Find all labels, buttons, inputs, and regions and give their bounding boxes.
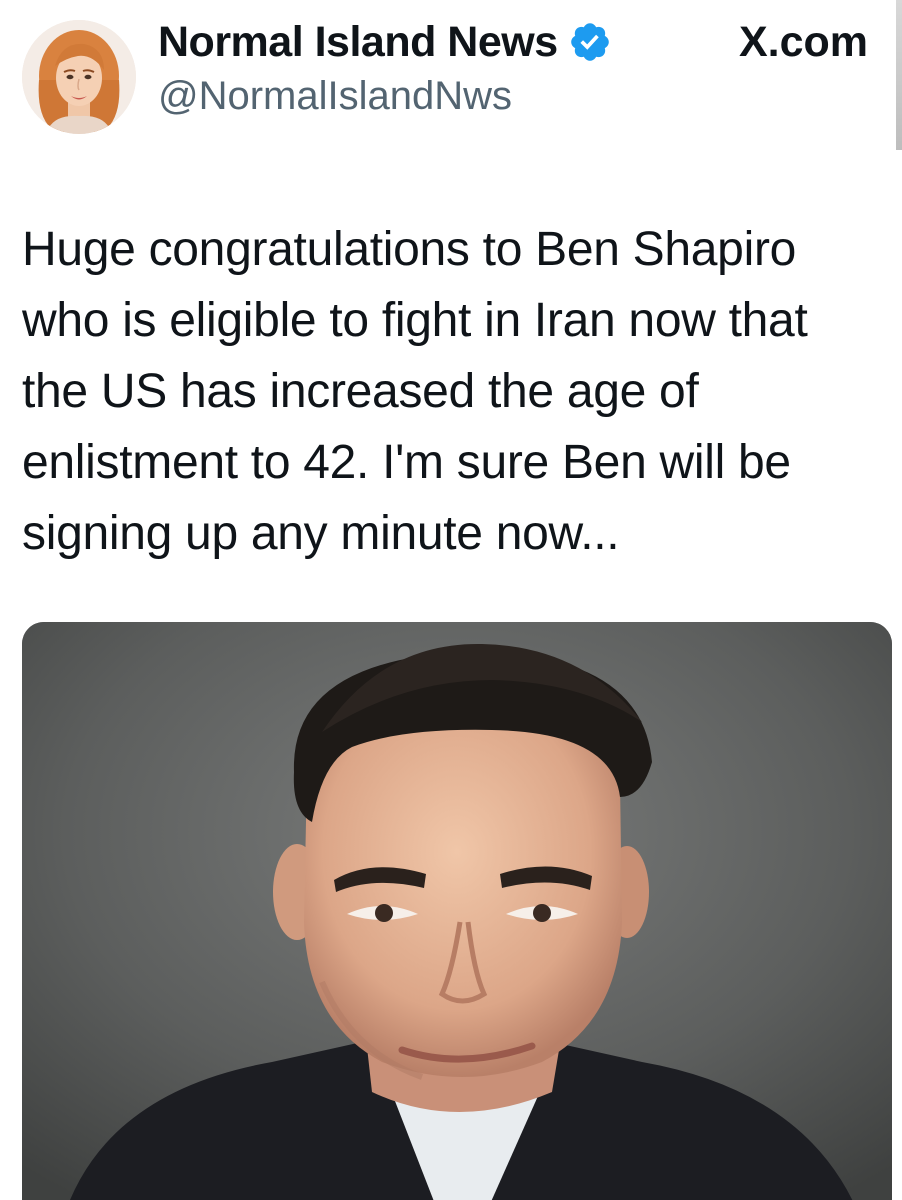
tweet-text-line: Huge congratulations to Ben Shapiro bbox=[22, 223, 797, 276]
verified-badge-icon bbox=[568, 20, 612, 64]
tweet-text: Huge congratulations to Ben Shapiro who … bbox=[22, 214, 892, 569]
site-label: X.com bbox=[738, 18, 868, 66]
avatar-portrait-icon bbox=[22, 20, 136, 134]
user-handle[interactable]: @NormalIslandNws bbox=[158, 74, 512, 119]
edge-strip bbox=[896, 0, 902, 150]
avatar[interactable] bbox=[22, 20, 136, 134]
tweet-media-photo[interactable] bbox=[22, 622, 892, 1200]
tweet-text-line: who is eligible to fight in Iran now tha… bbox=[22, 294, 808, 347]
display-name[interactable]: Normal Island News bbox=[158, 18, 558, 67]
display-name-row: Normal Island News bbox=[158, 14, 612, 70]
tweet-text-line: the US has increased the age of bbox=[22, 365, 699, 418]
tweet-header: Normal Island News @NormalIslandNws X.co… bbox=[0, 0, 902, 150]
tweet-text-line: signing up any minute now... bbox=[22, 507, 620, 560]
portrait-photo bbox=[22, 622, 892, 1200]
tweet-card: Normal Island News @NormalIslandNws X.co… bbox=[0, 0, 902, 1200]
tweet-text-line: enlistment to 42. I'm sure Ben will be bbox=[22, 436, 791, 489]
